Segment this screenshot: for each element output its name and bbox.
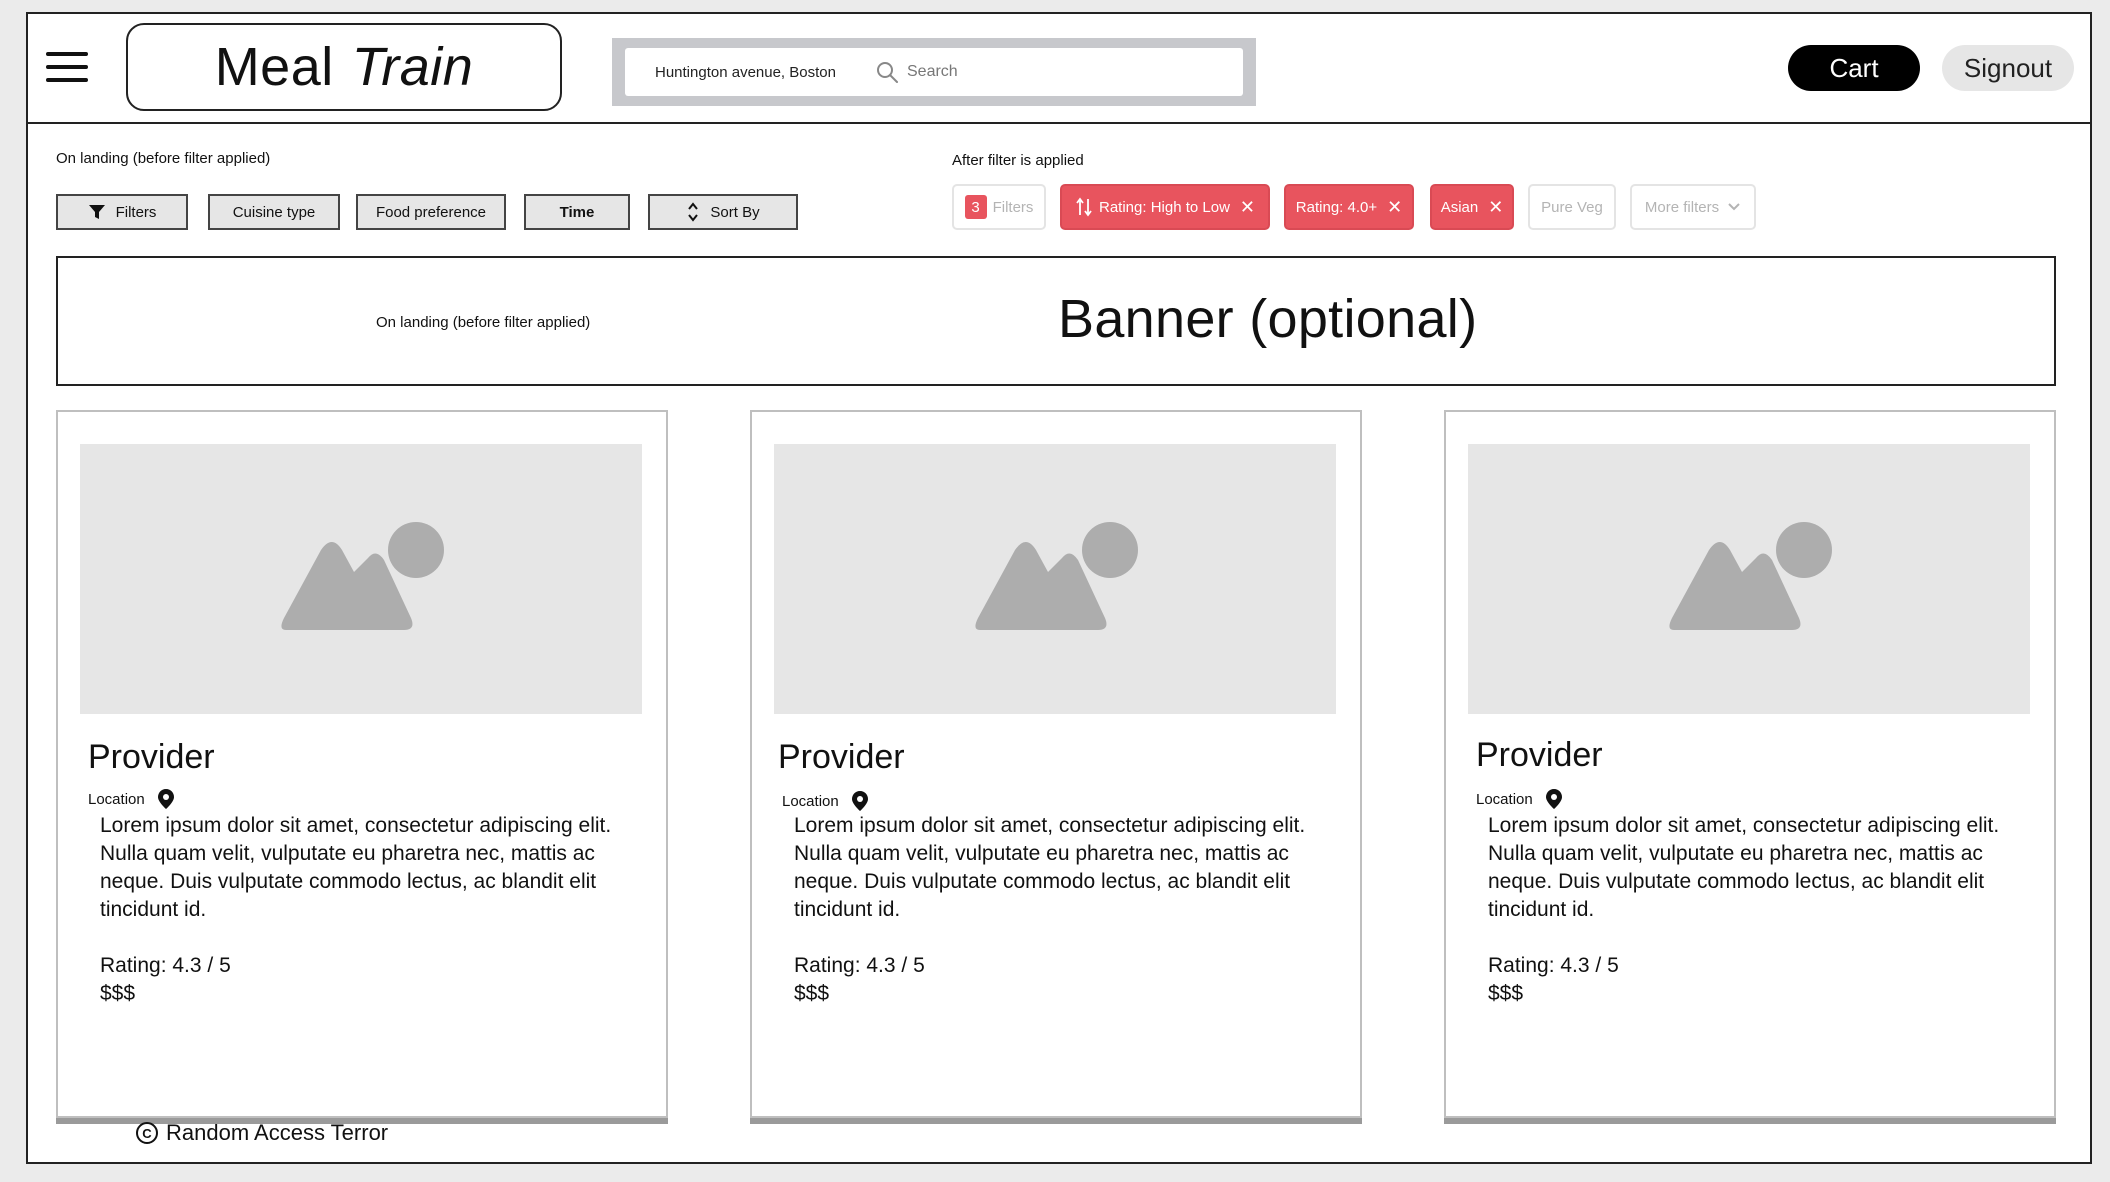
chip-rating-high-to-low[interactable]: Rating: High to Low ✕ [1060,184,1270,230]
provider-description: Lorem ipsum dolor sit amet, consectetur … [794,814,1306,921]
signout-button[interactable]: Signout [1942,45,2074,91]
provider-price-level: $$$ [1488,982,1524,1005]
location-pin-icon [157,789,174,809]
image-placeholder-icon [1669,522,1832,630]
provider-image [80,444,642,714]
provider-card[interactable]: Provider Location Lorem ipsum dolor sit … [1444,410,2056,1118]
cuisine-type-button[interactable]: Cuisine type [208,194,340,230]
copyright-icon: C [136,1122,158,1144]
filters-chip-label: Filters [992,198,1034,216]
filters-count-chip[interactable]: 3 Filters [952,184,1046,230]
provider-location: Location [88,788,175,810]
search-box: Huntington avenue, Boston [625,48,1243,96]
provider-name: Provider [1476,736,1603,774]
more-filters-label: More filters [1644,198,1720,216]
provider-price-level: $$$ [100,982,136,1005]
close-icon[interactable]: ✕ [1240,198,1255,216]
provider-description: Lorem ipsum dolor sit amet, consectetur … [1488,814,2000,921]
app-window: Meal Train Huntington avenue, Boston Car… [26,12,2092,1164]
provider-card[interactable]: Provider Location Lorem ipsum dolor sit … [750,410,1362,1118]
app-logo[interactable]: Meal Train [126,23,562,111]
search-input[interactable] [907,63,1207,81]
location-label: Location [1476,790,1533,808]
top-navigation-bar: Meal Train Huntington avenue, Boston Car… [28,14,2090,124]
food-preference-button[interactable]: Food preference [356,194,506,230]
footer: C Random Access Terror [136,1120,388,1146]
location-label: Location [88,790,145,808]
time-button[interactable]: Time [524,194,630,230]
menu-icon[interactable] [46,52,88,82]
logo-text-train: Train [351,37,474,97]
chip-asian-label: Asian [1440,198,1479,216]
filter-icon [88,205,105,219]
provider-card[interactable]: Provider Location Lorem ipsum dolor sit … [56,410,668,1118]
location-pin-icon [1545,789,1562,809]
banner-note: On landing (before filter applied) [376,314,591,331]
provider-location: Location [782,790,869,812]
provider-rating: Rating: 4.3 / 5 [1488,954,1619,977]
location-label: Location [782,792,839,810]
banner-title: Banner (optional) [1058,289,1478,349]
filters-button[interactable]: Filters [56,194,188,230]
search-icon [877,62,898,83]
chevron-down-icon [1728,203,1740,211]
cuisine-type-label: Cuisine type [232,203,316,221]
chip-rating-high-to-low-label: Rating: High to Low [1099,198,1230,216]
after-filter-caption: After filter is applied [952,152,1084,169]
provider-rating: Rating: 4.3 / 5 [100,954,231,977]
provider-name: Provider [88,738,215,776]
image-placeholder-icon [281,522,444,630]
filters-button-label: Filters [115,203,157,221]
chip-rating-4-plus[interactable]: Rating: 4.0+ ✕ [1284,184,1414,230]
sort-icon [688,202,699,222]
provider-name: Provider [778,738,905,776]
time-label: Time [559,203,595,221]
provider-rating: Rating: 4.3 / 5 [794,954,925,977]
provider-description: Lorem ipsum dolor sit amet, consectetur … [100,814,612,921]
before-filter-caption: On landing (before filter applied) [56,150,271,167]
provider-location: Location [1476,788,1563,810]
location-pin-icon [851,791,868,811]
logo-text-meal: Meal [214,37,334,97]
sort-arrows-icon [1076,197,1092,217]
provider-image [1468,444,2030,714]
chip-rating-4-plus-label: Rating: 4.0+ [1295,198,1378,216]
cart-button[interactable]: Cart [1788,45,1920,91]
chip-pure-veg[interactable]: Pure Veg [1528,184,1616,230]
search-bar: Huntington avenue, Boston [612,38,1256,106]
location-selector[interactable]: Huntington avenue, Boston [655,64,875,81]
chip-pure-veg-label: Pure Veg [1541,198,1603,216]
image-placeholder-icon [975,522,1138,630]
sort-by-button[interactable]: Sort By [648,194,798,230]
provider-image [774,444,1336,714]
filter-count-badge: 3 [964,195,987,219]
more-filters-dropdown[interactable]: More filters [1630,184,1756,230]
food-preference-label: Food preference [375,203,487,221]
provider-price-level: $$$ [794,982,830,1005]
sort-by-label: Sort By [710,203,760,221]
footer-text: Random Access Terror [166,1120,389,1145]
chip-asian[interactable]: Asian ✕ [1430,184,1514,230]
close-icon[interactable]: ✕ [1387,198,1402,216]
banner[interactable]: On landing (before filter applied) Banne… [56,256,2056,386]
close-icon[interactable]: ✕ [1488,198,1503,216]
